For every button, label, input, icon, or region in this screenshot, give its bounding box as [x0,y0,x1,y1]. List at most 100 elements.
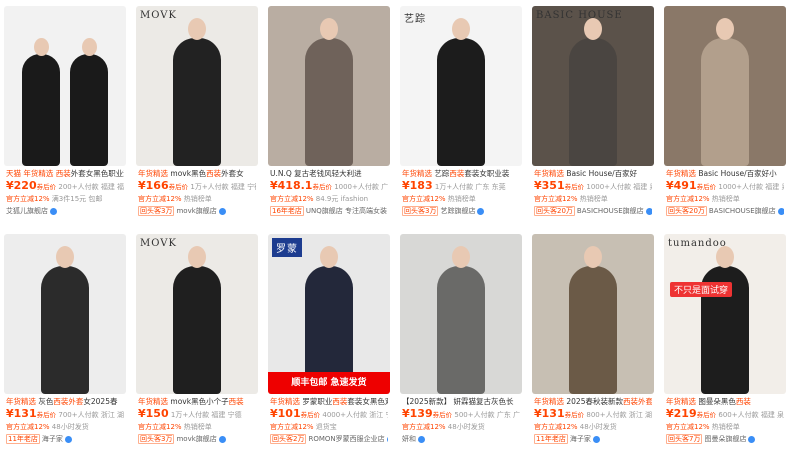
title-prefix: Basic House/百家好小 [698,169,777,178]
shop-arrow-icon[interactable] [592,435,600,443]
shop-name[interactable]: BASICHOUSE旗舰店 [577,207,644,215]
product-image[interactable] [4,6,126,166]
shop-line[interactable]: 回头客2万 ROMON罗蒙西服企业店 [270,433,388,445]
product-card[interactable]: MOVK 年货精选 movk黑色小个子西装 ¥150 1万+人付款 福建 宁德 官方立… [136,234,258,458]
promo-meta: 官方立减12% 84.9元 ifashion [270,194,388,205]
shop-line[interactable]: 16年老店 UNQ旗舰店 专注高端女装 [270,205,388,217]
product-card[interactable]: BASIC HOUSE 年货精选 Basic House/百家好 ¥351券后价 1… [532,6,654,230]
shop-line[interactable]: 回头客20万 BASICHOUSE旗舰店 [666,205,784,217]
model-figure [437,38,485,166]
product-info: 【2025新款】 妍霖猫复古灰色长¥139券后价 500+人付款 广东 广州官方… [400,394,522,445]
price: ¥139 [402,407,433,420]
title-prefix: movk黑色小个子 [170,397,229,406]
product-title[interactable]: 年货精选 Basic House/百家好 [534,168,652,179]
product-image[interactable]: 艺踪 [400,6,522,166]
model-head [584,246,602,268]
product-card[interactable]: 罗蒙 顺丰包邮 急速发货 年货精选 罗蒙职业西装套装女黑色双 ¥101券后价 4000… [268,234,390,458]
product-card[interactable]: U.N.Q 复古老钱风轻大利进¥418.1券后价 1000+人付款 广东官方立减… [268,6,390,230]
product-card[interactable]: 年货精选 Basic House/百家好小 ¥491券后价 1000+人付款 福建… [664,6,786,230]
product-card[interactable]: 年货精选 灰色西装外套女2025春¥131券后价 700+人付款 浙江 湖州官方… [4,234,126,458]
shop-line[interactable]: 回头客3万 艺踪旗舰店 [402,205,520,217]
shop-arrow-icon[interactable] [386,435,388,443]
product-title[interactable]: 【2025新款】 妍霖猫复古灰色长 [402,396,520,407]
promo-meta: 官方立减12% 热销榜单 [534,194,652,205]
shop-line[interactable]: 妍和 [402,433,520,445]
product-title[interactable]: 年货精选 图曼朵黑色西装 [666,396,784,407]
product-title[interactable]: 年货精选 movk黑色西装外套女 [138,168,256,179]
shop-arrow-icon[interactable] [218,207,226,215]
title-highlight: 西装外套 [53,397,84,406]
shop-arrow-icon[interactable] [50,207,57,215]
promo-meta: 官方立减12% 热销榜单 [138,194,256,205]
shop-name[interactable]: movk旗舰店 [176,435,216,443]
product-title[interactable]: 年货精选 罗蒙职业西装套装女黑色双 [270,396,388,407]
shop-name[interactable]: BASICHOUSE旗舰店 [709,207,776,215]
shop-name[interactable]: 艺踪旗舰店 [440,207,475,215]
product-card[interactable]: tumandoo 不只是面试穿 年货精选 图曼朵黑色西装 ¥219券后价 600+人付… [664,234,786,458]
product-title[interactable]: 年货精选 艺踪西装套装女职业装 [402,168,520,179]
price-label: 券后价 [696,411,717,419]
shop-name[interactable]: 图曼朵旗舰店 [704,435,746,443]
shop-arrow-icon[interactable] [418,435,425,443]
product-card[interactable]: 【2025新款】 妍霖猫复古灰色长¥139券后价 500+人付款 广东 广州官方… [400,234,522,458]
shop-arrow-icon[interactable] [748,435,756,443]
shop-arrow-icon[interactable] [218,435,226,443]
shop-name[interactable]: ROMON罗蒙西服企业店 [308,435,384,443]
price: ¥183 [402,179,433,192]
title-highlight: 西装 [449,169,465,178]
shop-arrow-icon[interactable] [64,435,72,443]
shop-name[interactable]: 妍和 [402,435,416,443]
promo-detail: 满3件15元 [51,195,87,203]
title-tag: 年货精选 [6,397,36,406]
shop-line[interactable]: 回头客3万 movk旗舰店 [138,433,256,445]
product-card[interactable]: 艺踪 年货精选 艺踪西装套装女职业装 ¥183 1万+人付款 广东 东莞 官方立减12… [400,6,522,230]
product-title[interactable]: 年货精选 2025春秋装新款西装外套 [534,396,652,407]
shop-line[interactable]: 回头客3万 movk旗舰店 [138,205,256,217]
shop-line[interactable]: 回头客7万 图曼朵旗舰店 [666,433,784,445]
product-card[interactable]: 年货精选 2025春秋装新款西装外套¥131券后价 800+人付款 浙江 湖州官… [532,234,654,458]
shop-arrow-icon[interactable] [477,207,485,215]
shop-name[interactable]: 海子家 [42,435,63,443]
product-title[interactable]: 年货精选 灰色西装外套女2025春 [6,396,124,407]
product-image[interactable]: tumandoo 不只是面试穿 [664,234,786,394]
product-card[interactable]: MOVK年货精选 movk黑色西装外套女¥166券后价 1万+人付款 福建 宁德… [136,6,258,230]
title-prefix: movk黑色 [170,169,207,178]
price-line: ¥183 1万+人付款 广东 东莞 [402,179,520,194]
shop-badge: 回头客2万 [270,434,307,444]
shop-arrow-icon[interactable] [777,207,784,215]
shop-arrow-icon[interactable] [645,207,652,215]
shop-line[interactable]: 11年老店 海子家 [6,433,124,445]
product-image[interactable] [532,234,654,394]
product-title[interactable]: 年货精选 movk黑色小个子西装 [138,396,256,407]
product-image[interactable]: BASIC HOUSE [532,6,654,166]
product-image[interactable] [268,6,390,166]
product-image[interactable] [664,6,786,166]
shop-badge: 回头客3万 [138,206,175,216]
shop-name[interactable]: UNQ旗舰店 专注高端女装 [306,207,387,215]
shop-line[interactable]: 回头客20万 BASICHOUSE旗舰店 [534,205,652,217]
product-image[interactable] [4,234,126,394]
sold-count: 1万+人付款 [170,411,210,419]
shop-name[interactable]: movk旗舰店 [176,207,216,215]
sold-count: 500+人付款 [454,411,495,419]
product-image[interactable] [400,234,522,394]
product-title[interactable]: 天猫 年货精选 西装外套女黑色职业通 [6,168,124,179]
product-image[interactable]: MOVK [136,6,258,166]
price: ¥150 [138,407,169,420]
product-image[interactable]: 罗蒙 顺丰包邮 急速发货 [268,234,390,394]
product-image[interactable]: MOVK [136,234,258,394]
product-card[interactable]: 天猫 年货精选 西装外套女黑色职业通¥220券后价 200+人付款 福建 福州官… [4,6,126,230]
discount-label: 官方立减12% [402,423,446,431]
product-title[interactable]: U.N.Q 复古老钱风轻大利进 [270,168,388,179]
price-label: 券后价 [300,411,321,419]
location: 广东 [381,183,388,191]
product-title[interactable]: 年货精选 Basic House/百家好小 [666,168,784,179]
shop-line[interactable]: 11年老店 海子家 [534,433,652,445]
shop-name[interactable]: 艾狐儿旗舰店 [6,207,48,215]
promo-meta: 官方立减12% 48小时发货 [534,422,652,433]
shop-line[interactable]: 艾狐儿旗舰店 [6,205,124,217]
promo-detail: 热销榜单 [711,195,740,203]
discount-label: 官方立减12% [270,195,314,203]
title-rest: 套装女职业装 [464,169,510,178]
shop-name[interactable]: 海子家 [570,435,591,443]
